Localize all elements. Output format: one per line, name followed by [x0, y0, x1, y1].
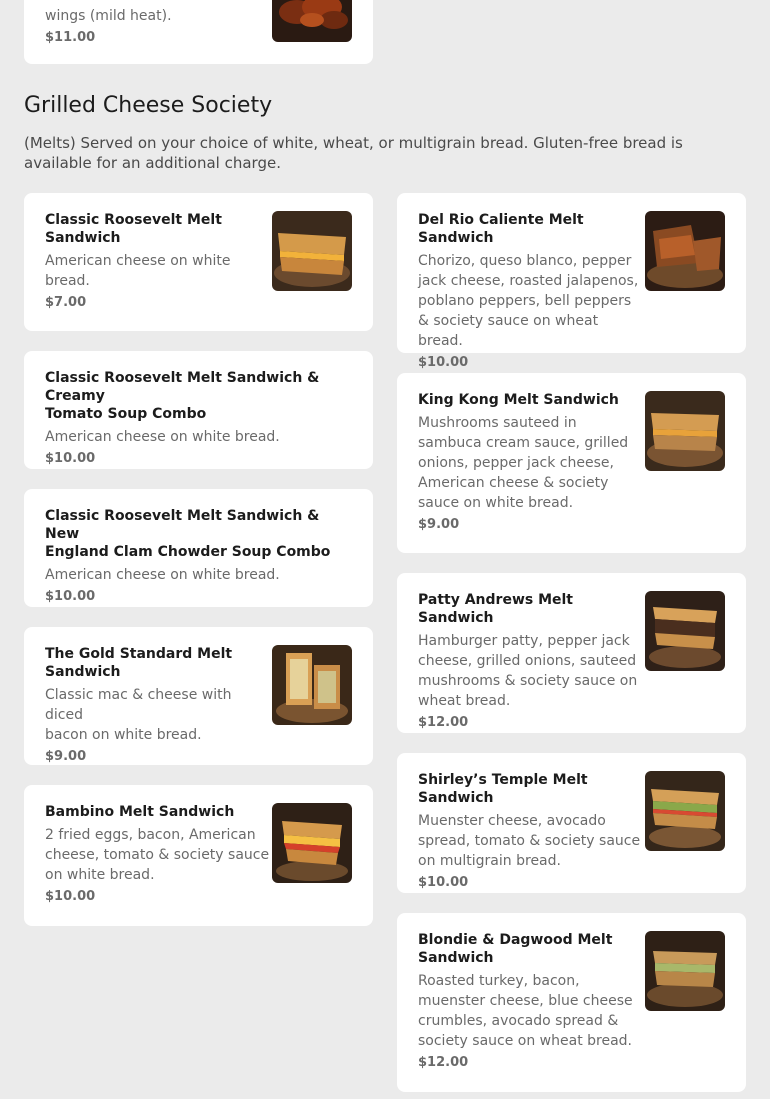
- item-description: Hamburger patty, pepper jack cheese, gri…: [418, 633, 638, 709]
- item-price: $10.00: [418, 355, 469, 370]
- menu-item-card[interactable]: Classic Roosevelt Melt Sandwich American…: [24, 193, 373, 331]
- menu-item-card[interactable]: Patty Andrews Melt Sandwich Hamburger pa…: [397, 573, 746, 733]
- item-name: Del Rio Caliente Melt Sandwich: [418, 212, 584, 246]
- egg-melt-photo: [272, 803, 352, 883]
- menu-item-card[interactable]: Bambino Melt Sandwich 2 fried eggs, baco…: [24, 785, 373, 926]
- item-description: 2 fried eggs, bacon, American cheese, to…: [45, 827, 270, 883]
- item-price: $10.00: [45, 451, 96, 466]
- item-name: Classic Roosevelt Melt Sandwich & New En…: [45, 508, 331, 560]
- menu-item-card-wings[interactable]: wings (mild heat). $11.00: [24, 0, 373, 64]
- item-description: Roasted turkey, bacon, muenster cheese, …: [418, 973, 633, 1049]
- avocado-melt-photo: [645, 771, 725, 851]
- item-description: Chorizo, queso blanco, pepper jack chees…: [418, 253, 639, 349]
- item-price: $9.00: [45, 749, 87, 764]
- menu-item-card[interactable]: King Kong Melt Sandwich Mushrooms sautee…: [397, 373, 746, 553]
- item-name: Patty Andrews Melt Sandwich: [418, 592, 573, 626]
- menu-item-card[interactable]: Classic Roosevelt Melt Sandwich & Creamy…: [24, 351, 373, 469]
- turkey-melt-photo: [645, 931, 725, 1011]
- item-name: Classic Roosevelt Melt Sandwich & Creamy…: [45, 370, 320, 422]
- item-price: $10.00: [45, 889, 96, 904]
- item-price: $11.00: [45, 30, 96, 45]
- item-price: $12.00: [418, 715, 469, 730]
- item-description: American cheese on white bread.: [45, 429, 280, 445]
- section-description: (Melts) Served on your choice of white, …: [24, 134, 683, 172]
- item-name: Shirley’s Temple Melt Sandwich: [418, 772, 588, 806]
- wings-photo: [272, 0, 352, 42]
- mac-cheese-melt-photo: [272, 645, 352, 725]
- item-description: wings (mild heat).: [45, 8, 172, 24]
- item-description: American cheese on white bread.: [45, 253, 231, 289]
- item-description: Mushrooms sauteed in sambuca cream sauce…: [418, 415, 629, 511]
- menu-item-card[interactable]: The Gold Standard Melt Sandwich Classic …: [24, 627, 373, 765]
- menu-item-card[interactable]: Blondie & Dagwood Melt Sandwich Roasted …: [397, 913, 746, 1092]
- item-description: Classic mac & cheese with diced bacon on…: [45, 687, 232, 743]
- menu-item-card[interactable]: Del Rio Caliente Melt Sandwich Chorizo, …: [397, 193, 746, 370]
- item-price: $9.00: [418, 517, 460, 532]
- item-name: The Gold Standard Melt Sandwich: [45, 646, 233, 680]
- item-name: Classic Roosevelt Melt Sandwich: [45, 212, 222, 246]
- item-price: $7.00: [45, 295, 87, 310]
- chorizo-melt-photo: [645, 211, 725, 291]
- mushroom-melt-photo: [645, 391, 725, 471]
- item-description: American cheese on white bread.: [45, 567, 280, 583]
- item-name: King Kong Melt Sandwich: [418, 392, 619, 408]
- menu-item-card[interactable]: Shirley’s Temple Melt Sandwich Muenster …: [397, 753, 746, 893]
- item-name: Blondie & Dagwood Melt Sandwich: [418, 932, 613, 966]
- item-description: Muenster cheese, avocado spread, tomato …: [418, 813, 641, 869]
- item-price: $10.00: [45, 589, 96, 604]
- item-price: $10.00: [418, 875, 469, 890]
- patty-melt-photo: [645, 591, 725, 671]
- section-title: Grilled Cheese Society: [24, 93, 273, 118]
- item-name: Bambino Melt Sandwich: [45, 804, 235, 820]
- grilled-cheese-photo: [272, 211, 352, 291]
- menu-item-card[interactable]: Classic Roosevelt Melt Sandwich & New En…: [24, 489, 373, 607]
- item-price: $12.00: [418, 1055, 469, 1070]
